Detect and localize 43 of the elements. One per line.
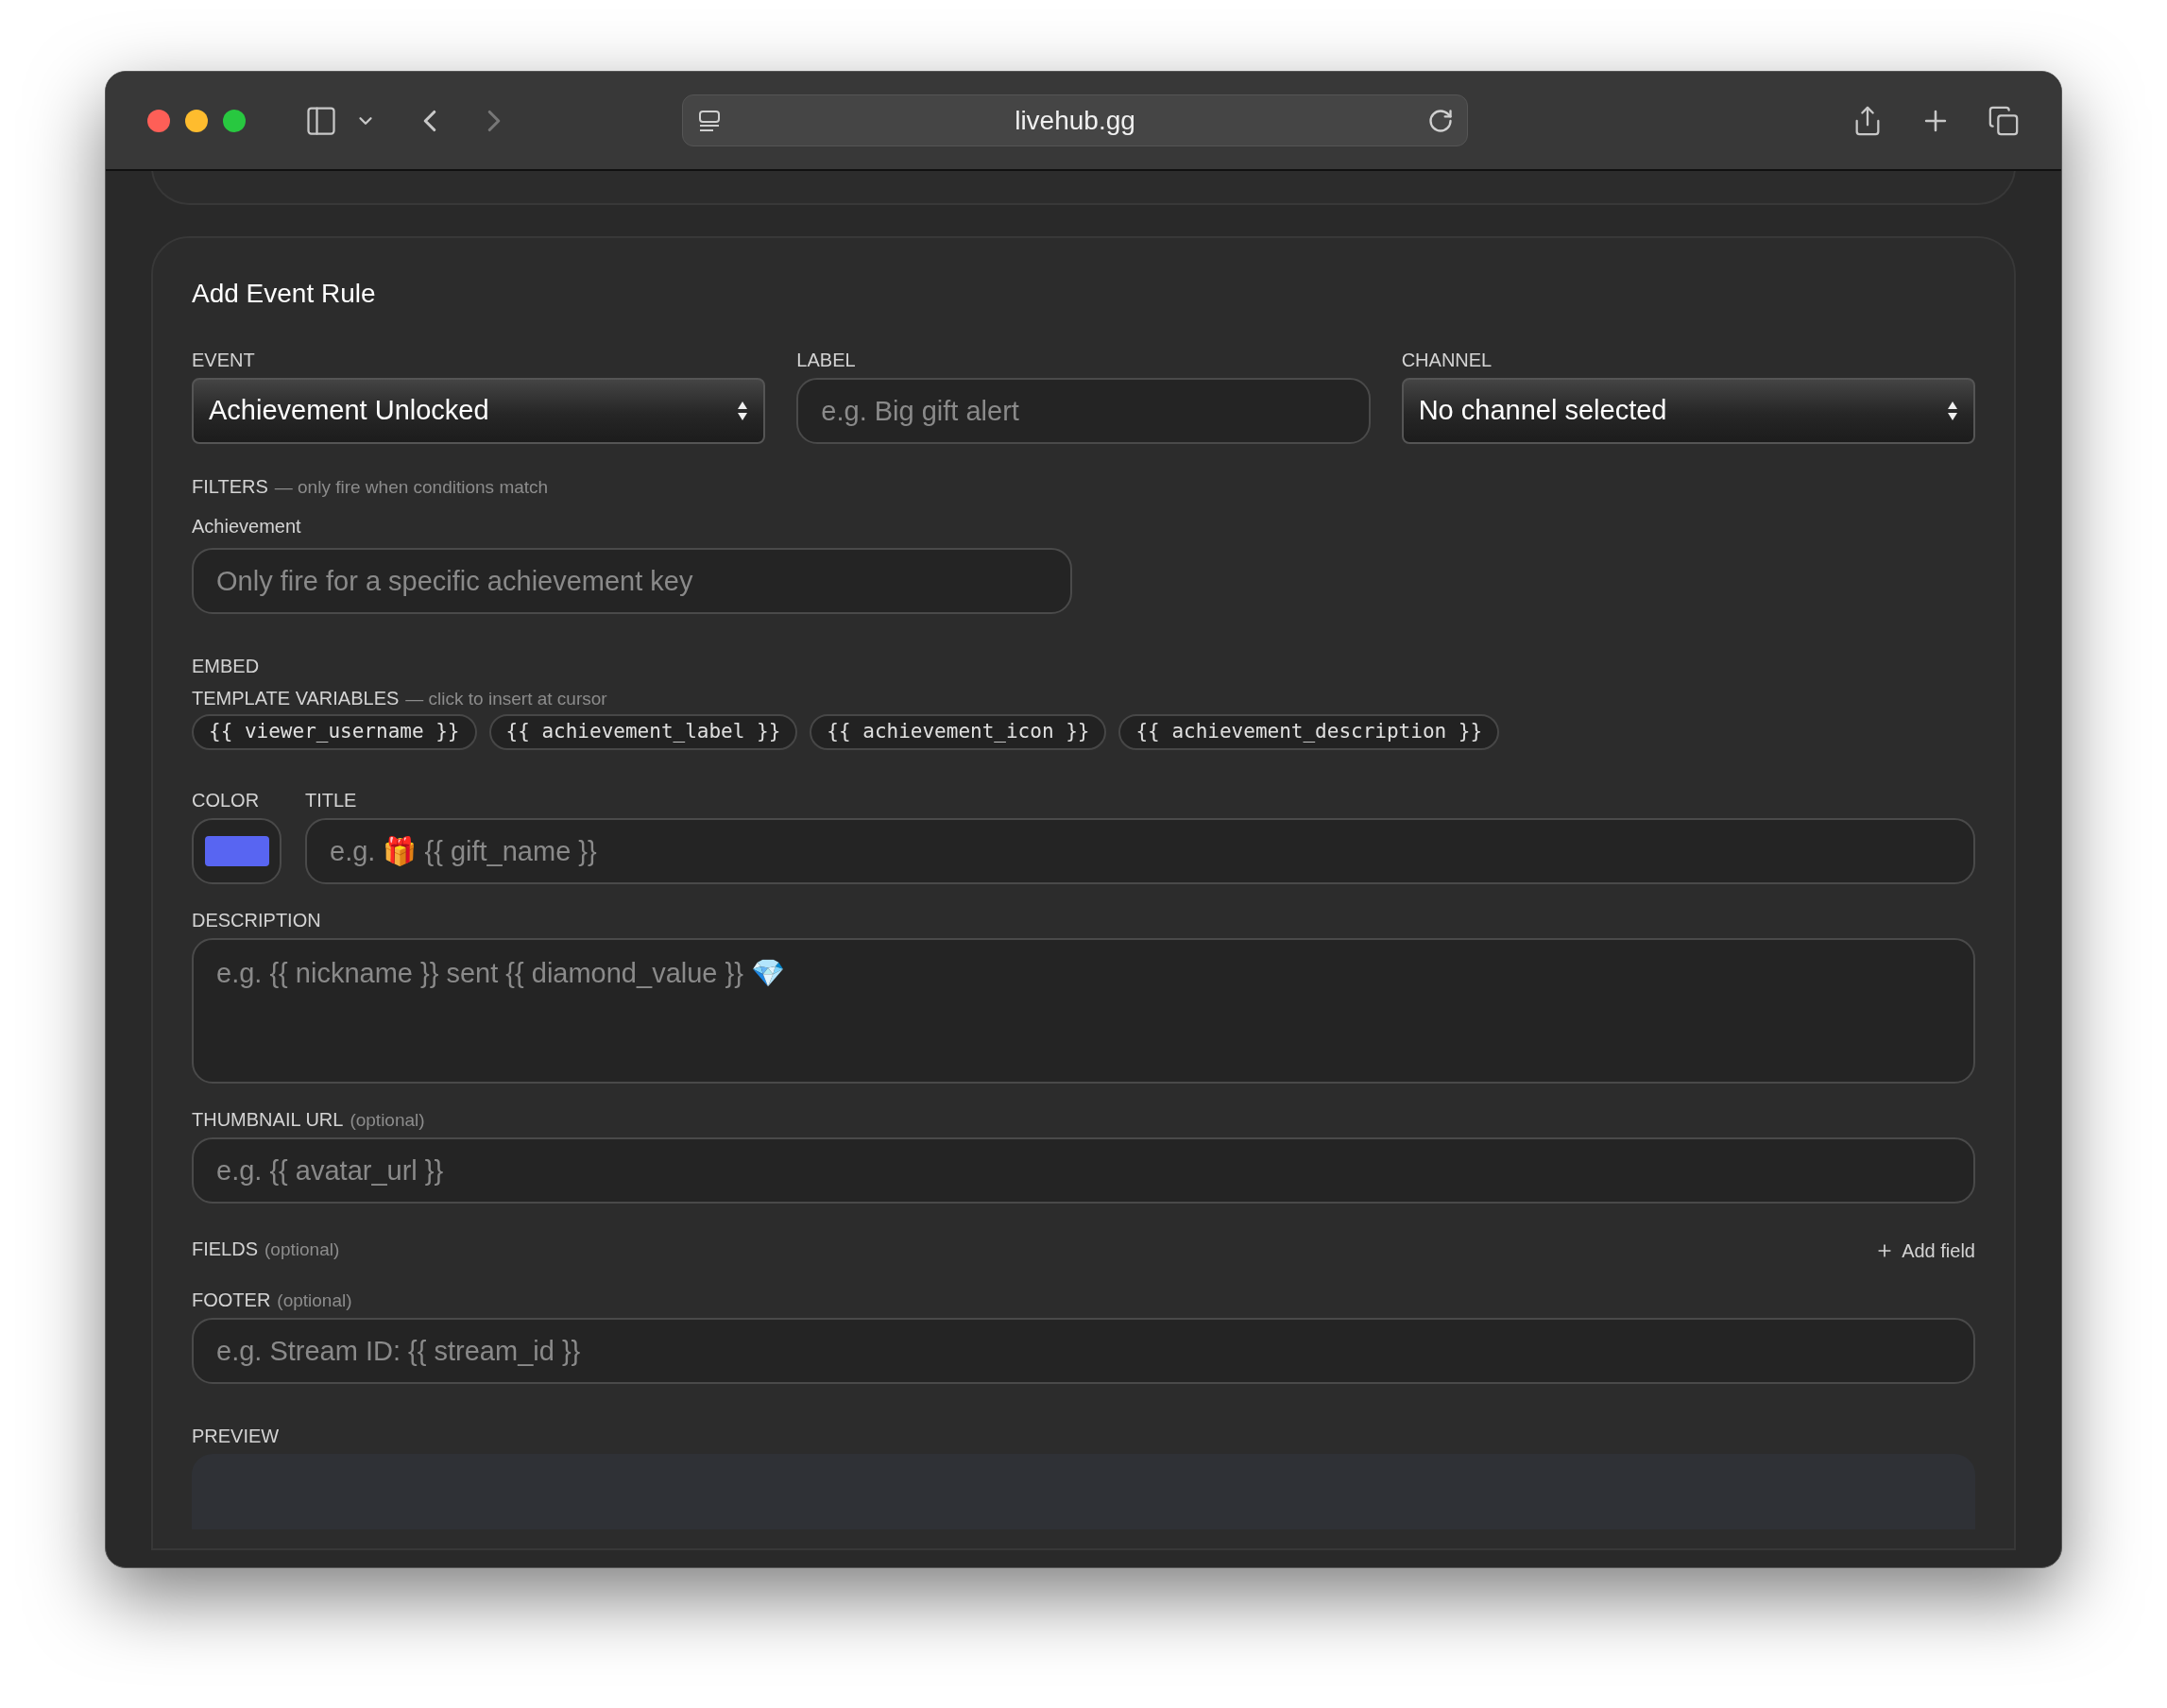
template-variable-chip[interactable]: {{ achievement_label }} — [488, 714, 798, 750]
section-heading: PREVIEW — [192, 1425, 280, 1448]
footer-input[interactable]: e.g. Stream ID: {{ stream_id }} — [192, 1318, 1975, 1384]
up-down-arrows-icon — [1947, 400, 1958, 422]
description-textarea[interactable]: e.g. {{ nickname }} sent {{ diamond_value }} 💎 — [192, 938, 1975, 1084]
form-title: Add Event Rule — [192, 278, 377, 310]
template-variable-chip[interactable]: {{ viewer_username }} — [192, 714, 477, 750]
filter-input[interactable]: Only fire for a specific achievement key — [192, 548, 1072, 614]
field-label: FIELDS — [192, 1238, 259, 1261]
up-down-arrows-icon — [737, 400, 749, 422]
address-bar[interactable]: livehub.gg — [682, 94, 1468, 146]
section-heading: TEMPLATE VARIABLES — [192, 687, 400, 710]
zoom-button[interactable] — [223, 109, 246, 132]
section-heading: FILTERS — [192, 475, 268, 499]
template-variable-chip[interactable]: {{ achievement_icon }} — [810, 714, 1107, 750]
reload-icon[interactable] — [1427, 107, 1454, 134]
template-variable-chip[interactable]: {{ achievement_description }} — [1118, 714, 1500, 750]
close-button[interactable] — [147, 109, 170, 132]
field-label: EVENT — [192, 349, 255, 372]
event-select[interactable]: Achievement Unlocked — [192, 378, 766, 444]
label-hint: (optional) — [264, 1238, 340, 1261]
minimize-button[interactable] — [185, 109, 208, 132]
field-label: DESCRIPTION — [192, 909, 321, 932]
add-field-button[interactable]: Add field — [1875, 1237, 1975, 1265]
label-hint: — only fire when conditions match — [274, 476, 549, 499]
field-label: FOOTER — [192, 1289, 271, 1312]
title-input[interactable]: e.g. 🎁 {{ gift_name }} — [305, 818, 1975, 884]
channel-select[interactable]: No channel selected — [1401, 378, 1975, 444]
label-input[interactable]: e.g. Big gift alert — [796, 378, 1371, 444]
field-label: LABEL — [796, 349, 856, 372]
thumbnail-input[interactable]: e.g. {{ avatar_url }} — [192, 1137, 1975, 1204]
field-label: Achievement — [192, 515, 302, 538]
label-hint: — click to insert at cursor — [405, 688, 607, 710]
section-heading: EMBED — [192, 655, 260, 678]
tabs-overview-icon[interactable] — [1988, 104, 2020, 137]
field-label: CHANNEL — [1401, 349, 1493, 372]
label-hint: (optional) — [350, 1109, 425, 1132]
field-label: TITLE — [305, 789, 357, 812]
field-label: THUMBNAIL URL — [192, 1108, 344, 1132]
color-picker[interactable] — [192, 818, 282, 884]
label-hint: (optional) — [277, 1290, 352, 1312]
url-text: livehub.gg — [1014, 104, 1136, 137]
field-label: COLOR — [192, 789, 260, 812]
